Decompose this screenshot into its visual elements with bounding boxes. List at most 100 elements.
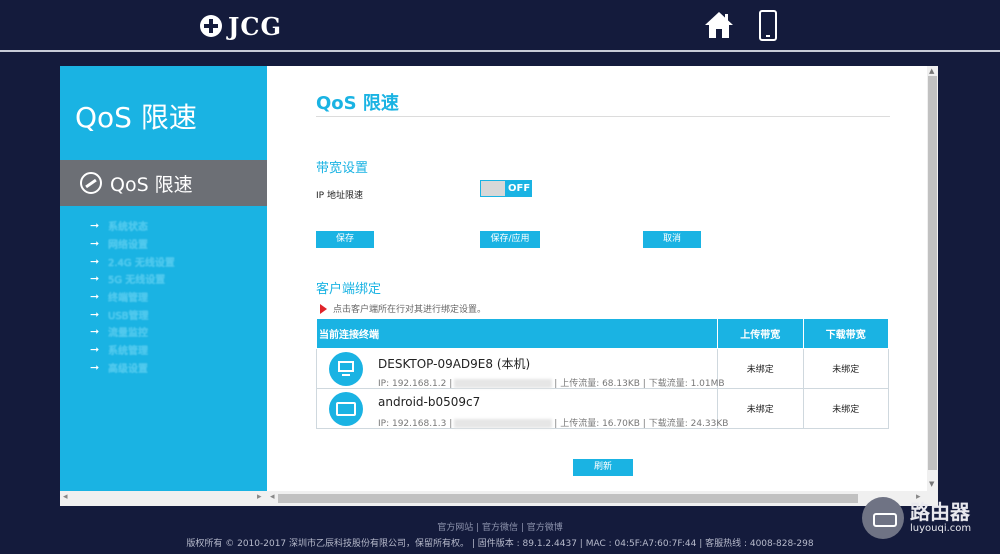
wechat-link[interactable]: 官方微信 (482, 523, 518, 533)
sidebar-item-traffic[interactable]: ➞ 流量监控 (90, 323, 175, 341)
sidebar-item-qos[interactable]: QoS 限速 (60, 160, 267, 206)
router-badge-icon (862, 497, 904, 539)
redacted-mac (454, 379, 553, 388)
arrow-right-icon: ➞ (90, 237, 100, 251)
arrow-right-icon: ➞ (90, 219, 100, 233)
cancel-button[interactable]: 取消 (643, 231, 701, 248)
sidebar-item-wifi-5g[interactable]: ➞ 5G 无线设置 (90, 270, 175, 288)
client-table: 当前连接终端 上传带宽 下载带宽 DESKTOP-09AD9E8 (本机) IP… (316, 318, 889, 429)
logo-text: JCG (228, 11, 282, 41)
phone-icon[interactable] (759, 10, 777, 41)
arrow-right-icon: ➞ (90, 360, 100, 374)
arrow-right-icon: ➞ (90, 272, 100, 286)
device-cell[interactable]: DESKTOP-09AD9E8 (本机) IP: 192.168.1.2 | | … (316, 348, 725, 389)
sidebar-item-label: 5G 无线设置 (108, 275, 166, 287)
watermark-en: luyouqi.com (910, 523, 972, 534)
home-icon[interactable] (704, 10, 734, 40)
device-meta: IP: 192.168.1.3 | | 上传流量: 16.70KB | 下载流量:… (378, 419, 729, 429)
download-bandwidth-cell[interactable]: 未绑定 (802, 388, 889, 429)
sidebar-item-label: 系统状态 (108, 222, 148, 234)
table-row[interactable]: android-b0509c7 IP: 192.168.1.3 | | 上传流量:… (316, 388, 889, 429)
device-name: DESKTOP-09AD9E8 (本机) (378, 357, 531, 371)
sidebar-item-advanced[interactable]: ➞ 高级设置 (90, 359, 175, 377)
upload-bandwidth-cell[interactable]: 未绑定 (717, 348, 804, 389)
col-header-download: 下载带宽 (802, 318, 889, 349)
watermark-cn: 路由器 (910, 500, 970, 524)
scroll-left-icon[interactable]: ◂ (63, 492, 68, 502)
weibo-link[interactable]: 官方微博 (527, 523, 563, 533)
device-ip: IP: 192.168.1.2 (378, 379, 447, 389)
table-row[interactable]: DESKTOP-09AD9E8 (本机) IP: 192.168.1.2 | | … (316, 348, 889, 389)
arrow-right-icon: ➞ (90, 343, 100, 357)
device-ip: IP: 192.168.1.3 (378, 419, 447, 429)
arrow-right-icon: ➞ (90, 325, 100, 339)
sidebar-item-usb[interactable]: ➞ USB管理 (90, 305, 175, 323)
refresh-button[interactable]: 刷新 (573, 459, 633, 476)
sidebar-item-label: 网络设置 (108, 240, 148, 252)
sidebar-scrollbar[interactable]: ◂ ▸ (60, 491, 267, 506)
firmware-version: 固件版本 : 89.1.2.4437 (477, 539, 577, 549)
top-bar: JCG (0, 0, 1000, 52)
triangle-right-icon (320, 303, 327, 314)
scroll-right-icon[interactable]: ▸ (257, 492, 262, 502)
redacted-mac (454, 419, 553, 428)
col-header-device: 当前连接终端 (316, 318, 718, 349)
device-name: android-b0509c7 (378, 395, 481, 409)
official-site-link[interactable]: 官方网站 (437, 523, 473, 533)
main-panel: QoS 限速 QoS 限速 ➞ 系统状态 ➞ 网络设置 ➞ 2.4G 无线设置 ➞ 5G… (60, 66, 938, 506)
scroll-left-icon[interactable]: ◂ (270, 492, 275, 502)
client-binding-title: 客户端绑定 (316, 282, 382, 297)
jcg-logo[interactable]: JCG (200, 11, 282, 41)
page-title: QoS 限速 (316, 93, 399, 114)
footer-links: 官方网站 | 官方微信 | 官方微博 (437, 523, 563, 533)
col-header-upload: 上传带宽 (717, 318, 804, 349)
toggle-state: OFF (508, 183, 531, 194)
sidebar-item-devices[interactable]: ➞ 终端管理 (90, 288, 175, 306)
ip-limit-label: IP 地址限速 (316, 191, 363, 201)
hint-text: 点击客户端所在行对其进行绑定设置。 (333, 305, 487, 315)
scroll-down-icon[interactable]: ▼ (929, 480, 934, 488)
title-divider (316, 116, 890, 117)
tablet-icon (329, 392, 363, 426)
sidebar-active-label: QoS 限速 (110, 173, 193, 196)
sidebar-item-label: USB管理 (108, 310, 149, 322)
sidebar-item-label: 流量监控 (108, 328, 148, 340)
logo-mark-icon (200, 15, 222, 37)
watermark: 路由器 luyouqi.com (862, 496, 992, 540)
sidebar-title: QoS 限速 (75, 101, 197, 134)
sidebar-item-label: 终端管理 (108, 293, 148, 305)
download-bandwidth-cell[interactable]: 未绑定 (802, 348, 889, 389)
mac-address: MAC : 04:5F:A7:60:7F:44 (585, 539, 697, 549)
ip-limit-toggle[interactable]: OFF (480, 180, 532, 197)
arrow-right-icon: ➞ (90, 254, 100, 268)
save-button[interactable]: 保存 (316, 231, 374, 248)
speed-gauge-icon (80, 172, 102, 194)
sidebar-item-wifi-24g[interactable]: ➞ 2.4G 无线设置 (90, 252, 175, 270)
upload-traffic: 上传流量: 16.70KB (560, 419, 640, 429)
arrow-right-icon: ➞ (90, 290, 100, 304)
binding-hint: 点击客户端所在行对其进行绑定设置。 (320, 302, 486, 315)
sidebar-item-system[interactable]: ➞ 系统管理 (90, 341, 175, 359)
scroll-thumb[interactable] (278, 494, 858, 503)
scroll-up-icon[interactable]: ▲ (929, 67, 934, 75)
monitor-icon (329, 352, 363, 386)
sidebar-item-label: 高级设置 (108, 363, 148, 375)
sidebar-item-label: 系统管理 (108, 346, 148, 358)
content-vertical-scrollbar[interactable]: ▲ ▼ (927, 66, 938, 491)
save-apply-button[interactable]: 保存/应用 (480, 231, 540, 248)
sidebar-menu: ➞ 系统状态 ➞ 网络设置 ➞ 2.4G 无线设置 ➞ 5G 无线设置 ➞ 终端管理 ➞ U… (90, 217, 175, 376)
arrow-right-icon: ➞ (90, 307, 100, 321)
sidebar-item-label: 2.4G 无线设置 (108, 257, 175, 269)
upload-traffic: 上传流量: 68.13KB (560, 379, 640, 389)
device-cell[interactable]: android-b0509c7 IP: 192.168.1.3 | | 上传流量:… (316, 388, 728, 429)
content-horizontal-scrollbar[interactable]: ◂ ▸ (267, 491, 938, 506)
sidebar-item-network[interactable]: ➞ 网络设置 (90, 235, 175, 253)
scroll-thumb[interactable] (928, 76, 937, 470)
toggle-knob (481, 181, 505, 196)
download-traffic: 下载流量: 24.33KB (648, 419, 729, 429)
upload-bandwidth-cell[interactable]: 未绑定 (717, 388, 804, 429)
sidebar-item-system-status[interactable]: ➞ 系统状态 (90, 217, 175, 235)
content-area: QoS 限速 带宽设置 IP 地址限速 OFF 保存 保存/应用 取消 客户端绑… (267, 66, 927, 491)
footer-copyright: 版权所有 © 2010-2017 深圳市乙辰科技股份有限公司，保留所有权。 | … (186, 539, 814, 549)
hotline: 客服热线 : 4008-828-298 (705, 539, 814, 549)
